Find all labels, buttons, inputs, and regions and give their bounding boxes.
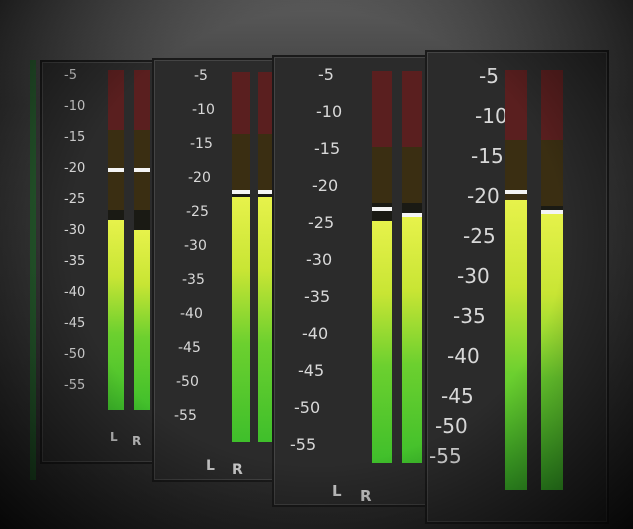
scale-tick: -35 xyxy=(304,287,331,306)
channel-bar-right xyxy=(134,70,150,410)
scale-tick: -25 xyxy=(308,213,335,232)
channel-label-right: R xyxy=(132,434,142,448)
scale-tick: -55 xyxy=(429,444,462,468)
scale-tick: -45 xyxy=(441,384,474,408)
scale-tick: -25 xyxy=(64,192,86,207)
level-fill xyxy=(541,210,563,490)
channel-label-left: L xyxy=(332,482,342,500)
scale-tick: -5 xyxy=(64,68,77,83)
scale-tick: -20 xyxy=(467,184,500,208)
channel-label-right: R xyxy=(360,487,372,505)
channel-label-left: L xyxy=(206,458,215,474)
peak-indicator xyxy=(505,190,527,194)
channel-label-right: R xyxy=(232,462,243,478)
level-fill xyxy=(505,200,527,490)
scale-tick: -50 xyxy=(176,374,199,390)
level-fill xyxy=(402,217,422,463)
peak-indicator xyxy=(402,213,422,217)
scale-tick: -10 xyxy=(64,99,86,114)
scale-tick: -40 xyxy=(64,285,86,300)
peak-indicator xyxy=(108,168,124,172)
scale-tick: -35 xyxy=(64,254,86,269)
scale-tick: -55 xyxy=(174,408,197,424)
scale-tick: -15 xyxy=(471,144,504,168)
scale-tick: -30 xyxy=(457,264,490,288)
peak-indicator xyxy=(232,190,250,194)
scale-tick: -10 xyxy=(192,102,215,118)
scale-tick: -35 xyxy=(453,304,486,328)
scale-tick: -30 xyxy=(184,238,207,254)
channel-bar-right xyxy=(541,70,563,490)
channel-bar-left xyxy=(505,70,527,490)
scale-tick: -40 xyxy=(447,344,480,368)
scale-tick: -25 xyxy=(186,204,209,220)
peak-indicator xyxy=(134,168,150,172)
scale-tick: -55 xyxy=(64,378,86,393)
level-fill xyxy=(232,197,250,442)
scale-tick: -50 xyxy=(64,347,86,362)
scale-tick: -40 xyxy=(180,306,203,322)
level-meter-3: -5 -10 -15 -20 -25 -30 -35 -40 -45 -50 -… xyxy=(272,55,444,507)
channel-bar-left xyxy=(232,72,250,442)
scale-tick: -45 xyxy=(178,340,201,356)
scale-tick: -45 xyxy=(64,316,86,331)
channel-bar-right xyxy=(402,71,422,463)
scale-tick: -25 xyxy=(463,224,496,248)
panel-edge xyxy=(30,60,36,480)
level-fill xyxy=(134,230,150,410)
level-fill xyxy=(108,220,124,410)
scale-tick: -20 xyxy=(312,176,339,195)
scale-tick: -40 xyxy=(302,324,329,343)
scale-tick: -15 xyxy=(314,139,341,158)
scale-tick: -50 xyxy=(294,398,321,417)
channel-label-left: L xyxy=(110,430,118,444)
peak-indicator xyxy=(541,210,563,214)
scale-tick: -5 xyxy=(479,64,499,88)
scale-tick: -15 xyxy=(64,130,86,145)
scale-tick: -50 xyxy=(435,414,468,438)
level-fill xyxy=(372,221,392,463)
channel-bar-left xyxy=(108,70,124,410)
scale-tick: -20 xyxy=(64,161,86,176)
scale-tick: -55 xyxy=(290,435,317,454)
peak-indicator xyxy=(372,207,392,211)
scale-tick: -5 xyxy=(194,68,208,84)
level-meter-1: -5 -10 -15 -20 -25 -30 -35 -40 -45 -50 -… xyxy=(40,60,169,464)
scale-tick: -10 xyxy=(475,104,508,128)
scale-tick: -20 xyxy=(188,170,211,186)
scale-tick: -15 xyxy=(190,136,213,152)
scale-tick: -5 xyxy=(318,65,334,84)
scale-tick: -35 xyxy=(182,272,205,288)
level-meter-4: -5 -10 -15 -20 -25 -30 -35 -40 -45 -50 -… xyxy=(425,50,609,524)
scale-tick: -30 xyxy=(306,250,333,269)
channel-bar-left xyxy=(372,71,392,463)
scale-tick: -10 xyxy=(316,102,343,121)
scale-tick: -45 xyxy=(298,361,325,380)
scale-tick: -30 xyxy=(64,223,86,238)
